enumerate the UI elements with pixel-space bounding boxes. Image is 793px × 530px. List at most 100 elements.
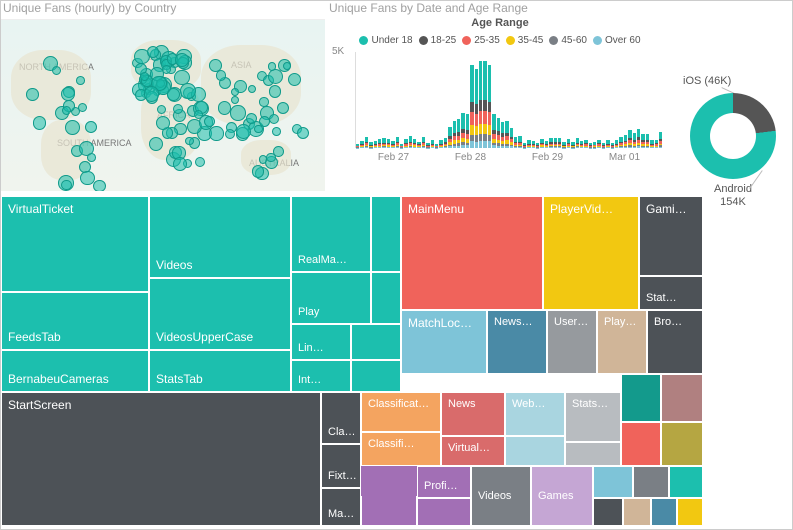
map-bubble: [259, 155, 267, 163]
map-body[interactable]: NORTH AMERICA SOUTH AMERICA EUROPE AFRIC…: [1, 19, 325, 191]
treemap-cell[interactable]: [633, 466, 669, 498]
treemap-cell[interactable]: Web…: [505, 392, 565, 436]
map-bubble: [140, 72, 149, 81]
legend-swatch: [506, 36, 515, 45]
treemap-cell[interactable]: Videos: [149, 196, 291, 278]
bar-column: [540, 52, 543, 148]
treemap-cell[interactable]: StartScreen: [1, 392, 321, 526]
treemap-cell[interactable]: [371, 196, 401, 272]
bar-column: [650, 52, 653, 148]
treemap-cell[interactable]: StatsTab: [149, 350, 291, 392]
legend-item[interactable]: 45-60: [549, 35, 587, 46]
legend-label: 25-35: [474, 35, 500, 46]
map-bubble: [273, 146, 284, 157]
treemap-cell[interactable]: VirtualTicket: [1, 196, 149, 292]
map-bubble: [167, 88, 180, 101]
treemap-cell[interactable]: VideosUpperCase: [149, 278, 291, 350]
treemap-cell[interactable]: [593, 498, 623, 526]
map-bubble: [85, 121, 97, 133]
treemap-cell[interactable]: [565, 442, 621, 466]
treemap-cell-label: [361, 466, 417, 496]
treemap-chart[interactable]: VirtualTicket FeedsTab BernabeuCameras V…: [1, 196, 792, 526]
bar-column: [536, 52, 539, 148]
treemap-cell[interactable]: [621, 374, 661, 422]
bar-column: [488, 52, 491, 148]
legend-item[interactable]: 35-45: [506, 35, 544, 46]
treemap-cell[interactable]: [351, 324, 401, 360]
legend-swatch: [359, 36, 368, 45]
legend-item[interactable]: Over 60: [593, 35, 641, 46]
treemap-cell[interactable]: [651, 498, 677, 526]
map-bubble: [246, 113, 257, 124]
treemap-cell[interactable]: User…: [547, 310, 597, 374]
bar-column: [466, 52, 469, 148]
bar-column: [554, 52, 557, 148]
bar-title: Unique Fans by Date and Age Range: [327, 1, 673, 15]
bar-column: [374, 52, 377, 148]
x-axis-label: Feb 27: [378, 152, 409, 163]
treemap-cell[interactable]: BernabeuCameras: [1, 350, 149, 392]
map-bubble: [216, 70, 227, 81]
treemap-cell[interactable]: [661, 422, 703, 466]
treemap-cell[interactable]: Classifi…: [361, 432, 441, 466]
map-bubble: [26, 88, 38, 100]
treemap-cell[interactable]: Profi…: [417, 466, 471, 498]
bar-column: [527, 52, 530, 148]
bar-chart[interactable]: Unique Fans by Date and Age Range Age Ra…: [327, 1, 673, 191]
legend-item[interactable]: 25-35: [462, 35, 500, 46]
treemap-cell[interactable]: [621, 422, 661, 466]
treemap-cell[interactable]: FeedsTab: [1, 292, 149, 350]
map-bubble: [195, 157, 205, 167]
legend-item[interactable]: 18-25: [419, 35, 457, 46]
legend-item[interactable]: Under 18: [359, 35, 412, 46]
map-title: Unique Fans (hourly) by Country: [3, 1, 176, 15]
treemap-cell[interactable]: [677, 498, 703, 526]
treemap-cell[interactable]: [623, 498, 651, 526]
treemap-cell[interactable]: Lin…: [291, 324, 351, 360]
bar-column: [562, 52, 565, 148]
treemap-cell[interactable]: RealMa…: [291, 196, 371, 272]
treemap-cell[interactable]: Classificat…: [361, 392, 441, 432]
bar-column: [611, 52, 614, 148]
treemap-cell[interactable]: News: [441, 392, 505, 436]
treemap-cell[interactable]: [351, 360, 401, 392]
treemap-cell[interactable]: Gami…: [639, 196, 703, 276]
treemap-cell[interactable]: News…: [487, 310, 547, 374]
treemap-cell[interactable]: Fixt…: [321, 444, 361, 488]
treemap-cell[interactable]: Play…: [597, 310, 647, 374]
bar-column: [409, 52, 412, 148]
treemap-cell[interactable]: Virtual…: [441, 436, 505, 466]
bar-column: [646, 52, 649, 148]
map-chart[interactable]: Unique Fans (hourly) by Country NORTH AM…: [1, 19, 325, 191]
map-bubble: [269, 114, 280, 125]
treemap-cell[interactable]: MatchLoc…: [401, 310, 487, 374]
treemap-cell[interactable]: [669, 466, 703, 498]
treemap-cell[interactable]: PlayerVid…: [543, 196, 639, 310]
treemap-cell[interactable]: MainMenu: [401, 196, 543, 310]
treemap-cell[interactable]: [371, 272, 401, 324]
bar-column: [356, 52, 359, 148]
bar-column: [444, 52, 447, 148]
y-axis-label: 5K: [332, 46, 344, 57]
treemap-cell[interactable]: [661, 374, 703, 422]
treemap-cell[interactable]: Games: [531, 466, 593, 526]
bar-column: [641, 52, 644, 148]
treemap-cell[interactable]: Play: [291, 272, 371, 324]
treemap-cell[interactable]: Stat…: [639, 276, 703, 310]
treemap-cell[interactable]: [417, 498, 471, 526]
legend-label: 35-45: [518, 35, 544, 46]
treemap-cell[interactable]: Videos: [471, 466, 531, 526]
bar-column: [624, 52, 627, 148]
legend-swatch: [462, 36, 471, 45]
bar-column: [483, 52, 486, 148]
treemap-cell[interactable]: Bro…: [647, 310, 703, 374]
treemap-cell[interactable]: Cla…: [321, 392, 361, 444]
treemap-cell[interactable]: [505, 436, 565, 466]
treemap-cell[interactable]: [593, 466, 633, 498]
treemap-cell[interactable]: Stats…: [565, 392, 621, 442]
bar-legend: Under 18 18-25 25-35 35-45 45-60 Over 60: [327, 29, 673, 52]
bar-column: [417, 52, 420, 148]
treemap-cell[interactable]: Ma…: [321, 488, 361, 526]
bar-plot-area: 5K: [355, 52, 663, 148]
treemap-cell[interactable]: Int…: [291, 360, 351, 392]
